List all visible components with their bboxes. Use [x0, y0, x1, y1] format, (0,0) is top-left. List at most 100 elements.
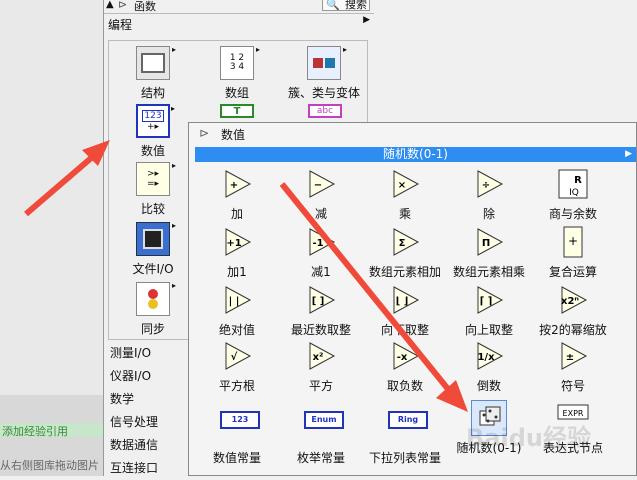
- background-editor: 添加经验引用 从右侧图库拖动图片: [0, 395, 105, 476]
- reciprocal-icon: 1/x: [472, 339, 506, 373]
- numeric-item[interactable]: 1/x 倒数: [449, 339, 529, 394]
- round-nearest-icon: [ ]: [304, 283, 338, 317]
- numeric-item[interactable]: + 复合运算: [533, 225, 613, 280]
- numeric-item-label: 数组元素相乘: [452, 265, 525, 279]
- category-item-instrument-io[interactable]: 仪器I/O: [110, 365, 158, 388]
- numeric-item[interactable]: Ring 下拉列表常量: [365, 401, 445, 466]
- tile-sync[interactable]: ▸ 同步: [128, 281, 178, 337]
- divide-icon: ÷: [472, 167, 506, 201]
- search-button[interactable]: 🔍 搜索: [322, 0, 370, 11]
- numeric-item[interactable]: 123 数值常量: [197, 401, 277, 466]
- numeric-item-label: 复合运算: [548, 265, 597, 279]
- round-down-icon: ⌊ ⌋: [388, 283, 422, 317]
- tile-cluster[interactable]: ▸ 簇、类与变体: [284, 45, 364, 101]
- numeric-item-label: 平方根: [218, 379, 255, 393]
- numeric-item[interactable]: ÷ 除: [449, 167, 529, 222]
- numeric-item[interactable]: -1 减1: [281, 225, 361, 280]
- numeric-item[interactable]: Σ 数组元素相加: [365, 225, 445, 280]
- numeric-item[interactable]: x² 平方: [281, 339, 361, 394]
- svg-text:Σ: Σ: [399, 238, 406, 249]
- tile-file-io[interactable]: ▸ 文件I/O: [126, 221, 180, 277]
- constant-glyph: Enum: [304, 411, 344, 429]
- tile-array[interactable]: 1 2 3 4 ▸ 数组: [212, 45, 262, 101]
- svg-text:+1: +1: [226, 238, 241, 249]
- background-row: 添加经验引用: [0, 423, 105, 437]
- numeric-item[interactable]: + 加: [197, 167, 277, 222]
- sync-icon: ▸: [136, 281, 176, 316]
- tile-comparison[interactable]: >▸ =▸ ▸ 比较: [128, 161, 178, 217]
- svg-text:√: √: [231, 351, 238, 363]
- numeric-item-label: 向下取整: [380, 323, 429, 337]
- numeric-item-label: 加: [230, 207, 243, 221]
- category-item-measurement-io[interactable]: 测量I/O: [110, 342, 158, 365]
- numeric-item-label: 商与余数: [548, 207, 597, 221]
- numeric-item[interactable]: Enum 枚举常量: [281, 401, 361, 466]
- numeric-item[interactable]: +1 加1: [197, 225, 277, 280]
- decrement-icon: -1: [304, 225, 338, 259]
- numeric-item[interactable]: − 减: [281, 167, 361, 222]
- numeric-item-label: 按2的幂缩放: [539, 323, 607, 337]
- comparison-icon: >▸ =▸ ▸: [136, 161, 176, 196]
- cluster-icon: ▸: [307, 45, 347, 80]
- numeric-item-label: 数组元素相加: [368, 265, 441, 279]
- numeric-item[interactable]: √ 平方根: [197, 339, 277, 394]
- tile-numeric[interactable]: 123 +▸ ▸ 数值: [128, 104, 178, 159]
- ring-constant-icon: Ring: [388, 411, 428, 445]
- numeric-item[interactable]: ⌊ ⌋ 向下取整: [365, 283, 445, 338]
- svg-text:±: ±: [566, 352, 574, 363]
- numeric-item[interactable]: x2ⁿ 按2的幂缩放: [533, 283, 613, 338]
- numeric-item[interactable]: | | 绝对值: [197, 283, 277, 338]
- array-icon: 1 2 3 4 ▸: [220, 45, 260, 80]
- string-icon: abc: [308, 104, 342, 118]
- numeric-item-label: 向上取整: [464, 323, 513, 337]
- svg-text:IQ: IQ: [569, 188, 579, 198]
- triangle-up-icon[interactable]: ▲: [106, 0, 114, 10]
- numeric-item[interactable]: [ ] 最近数取整: [281, 283, 361, 338]
- category-item-signal-processing[interactable]: 信号处理: [110, 411, 158, 434]
- numeric-item[interactable]: -x 取负数: [365, 339, 445, 394]
- numeric-item[interactable]: Π 数组元素相乘: [449, 225, 529, 280]
- watermark: Baidu经验: [466, 424, 591, 452]
- chevron-right-icon[interactable]: ▶: [363, 15, 370, 25]
- search-icon: 🔍: [326, 0, 340, 11]
- selected-item-label: 随机数(0-1): [383, 147, 448, 161]
- numeric-glyph: 123: [142, 110, 164, 122]
- numeric-item[interactable]: ⌈ ⌉ 向上取整: [449, 283, 529, 338]
- category-header[interactable]: 编程: [108, 16, 132, 33]
- tile-boolean[interactable]: T: [212, 104, 262, 118]
- svg-text:| |: | |: [229, 296, 240, 307]
- svg-text:−: −: [314, 180, 322, 191]
- boolean-icon: T: [220, 104, 254, 118]
- subtract-icon: −: [304, 167, 338, 201]
- tile-structures[interactable]: ▸ 结构: [128, 45, 178, 101]
- numeric-item-label: 数值常量: [212, 451, 261, 465]
- svg-text:÷: ÷: [482, 180, 490, 191]
- numeric-item-label: 下拉列表常量: [368, 451, 441, 465]
- scale-power2-icon: x2ⁿ: [556, 283, 590, 317]
- chevron-right-icon[interactable]: ▶: [625, 147, 632, 162]
- numeric-item[interactable]: R IQ 商与余数: [533, 167, 613, 222]
- svg-text:Π: Π: [482, 238, 490, 249]
- numeric-item[interactable]: × 乘: [365, 167, 445, 222]
- pin-icon[interactable]: ⊳: [199, 126, 209, 140]
- numeric-item[interactable]: ± 符号: [533, 339, 613, 394]
- numeric-item-label: 乘: [398, 207, 411, 221]
- category-item-math[interactable]: 数学: [110, 388, 158, 411]
- numeric-item-label: 符号: [560, 379, 585, 393]
- svg-text:×: ×: [398, 180, 406, 191]
- category-item-connectivity[interactable]: 互连接口: [110, 457, 158, 480]
- numeric-item-label: 枚举常量: [296, 451, 345, 465]
- negate-icon: -x: [388, 339, 422, 373]
- round-up-icon: ⌈ ⌉: [472, 283, 506, 317]
- pin-icon[interactable]: ⊳: [118, 0, 127, 11]
- tile-label: 数值: [140, 144, 165, 158]
- category-item-data-communication[interactable]: 数据通信: [110, 434, 158, 457]
- tile-string[interactable]: abc: [300, 104, 350, 118]
- add-array-elements-icon: Σ: [388, 225, 422, 259]
- numeric-item-label: 绝对值: [218, 323, 255, 337]
- sign-icon: ±: [556, 339, 590, 373]
- constant-glyph: Ring: [388, 411, 428, 429]
- absolute-value-icon: | |: [220, 283, 254, 317]
- tile-label: 结构: [140, 86, 165, 100]
- numeric-item-label: 减: [314, 207, 327, 221]
